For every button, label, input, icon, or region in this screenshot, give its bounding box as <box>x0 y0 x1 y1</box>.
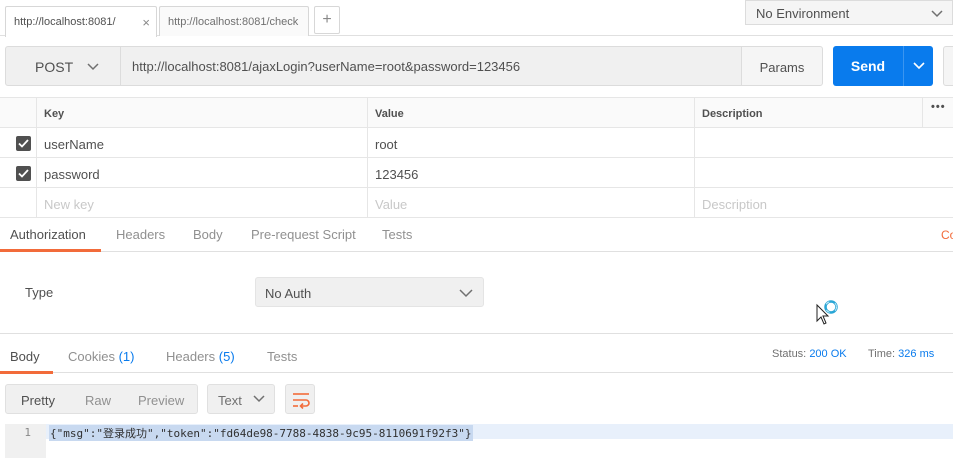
environment-select[interactable]: No Environment <box>745 0 953 25</box>
tab-label: http://localhost:8081/ <box>14 16 116 28</box>
status-label: Status: <box>772 348 807 360</box>
chevron-down-icon <box>931 10 943 18</box>
active-tab-indicator <box>0 249 101 252</box>
param-description-field[interactable] <box>694 158 922 187</box>
param-key-field[interactable]: userName <box>36 128 367 157</box>
chevron-down-icon <box>253 395 265 403</box>
tab-tests[interactable]: Tests <box>382 227 412 242</box>
params-button[interactable]: Params <box>741 46 823 86</box>
save-button[interactable] <box>943 46 953 86</box>
param-checkbox[interactable] <box>16 136 31 151</box>
tab-label: Headers <box>166 349 216 364</box>
request-tab-1[interactable]: http://localhost:8081/ × <box>5 6 157 37</box>
column-header-description: Description <box>694 98 922 127</box>
param-value-field[interactable]: 123456 <box>367 158 694 187</box>
new-description-input[interactable]: Description <box>694 188 922 217</box>
close-icon[interactable]: × <box>142 15 150 30</box>
tab-bar: http://localhost:8081/ × http://localhos… <box>0 0 953 37</box>
auth-type-label: Type <box>25 285 54 300</box>
time-label: Time: <box>868 348 896 360</box>
new-value-input[interactable]: Value <box>367 188 694 217</box>
chevron-down-icon <box>913 62 925 70</box>
response-tab-cookies[interactable]: Cookies (1) <box>68 349 134 364</box>
headers-count: (5) <box>218 349 235 364</box>
param-checkbox[interactable] <box>16 166 31 181</box>
preview-button[interactable]: Preview <box>138 393 184 408</box>
response-tab-tests[interactable]: Tests <box>267 349 297 364</box>
code-link[interactable]: Co <box>941 228 953 242</box>
environment-label: No Environment <box>756 6 850 21</box>
tab-headers[interactable]: Headers <box>116 227 165 242</box>
checkmark-icon <box>18 169 29 178</box>
wrap-lines-icon <box>293 393 310 409</box>
active-tab-indicator <box>0 371 53 374</box>
method-label: POST <box>35 59 74 75</box>
table-header: Key Value Description ••• <box>0 97 953 128</box>
wrap-lines-button[interactable] <box>285 384 315 414</box>
format-label: Text <box>218 393 242 408</box>
param-value-field[interactable]: root <box>367 128 694 157</box>
time-readout: Time: 326 ms <box>868 348 934 360</box>
chevron-down-icon <box>87 63 99 71</box>
response-tab-headers[interactable]: Headers (5) <box>166 349 235 364</box>
tab-authorization[interactable]: Authorization <box>10 227 86 242</box>
tab-pre-request-script[interactable]: Pre-request Script <box>251 227 356 242</box>
checkmark-icon <box>18 139 29 148</box>
time-value: 326 ms <box>898 348 935 360</box>
tab-label: http://localhost:8081/check <box>168 16 299 28</box>
status-value: 200 OK <box>809 348 847 360</box>
more-options-icon[interactable]: ••• <box>922 98 953 127</box>
view-mode-group: Pretty Raw Preview <box>5 384 198 414</box>
chevron-down-icon <box>459 289 473 298</box>
auth-type-select[interactable]: No Auth <box>255 277 484 307</box>
response-body[interactable]: {"msg":"登录成功","token":"fd64de98-7788-483… <box>49 425 473 441</box>
table-row: password 123456 <box>0 158 953 188</box>
raw-button[interactable]: Raw <box>85 393 111 408</box>
column-header-value: Value <box>367 98 694 127</box>
new-key-input[interactable]: New key <box>36 188 367 217</box>
tab-label: Cookies <box>68 349 115 364</box>
send-options-button[interactable] <box>903 46 933 86</box>
tab-body[interactable]: Body <box>193 227 223 242</box>
request-tab-2[interactable]: http://localhost:8081/check <box>159 6 309 36</box>
response-tabs: Body Cookies (1) Headers (5) Tests Statu… <box>0 333 953 374</box>
request-tabs: Authorization Headers Body Pre-request S… <box>0 218 953 252</box>
add-tab-button[interactable]: + <box>314 6 340 34</box>
url-input[interactable]: http://localhost:8081/ajaxLogin?userName… <box>121 46 742 86</box>
column-header-key: Key <box>36 98 367 127</box>
pretty-button[interactable]: Pretty <box>21 393 55 408</box>
send-button[interactable]: Send <box>833 46 903 86</box>
auth-type-value: No Auth <box>265 286 312 301</box>
busy-cursor-icon <box>816 300 838 325</box>
table-row-new: New key Value Description <box>0 188 953 218</box>
format-select[interactable]: Text <box>207 384 275 414</box>
status-readout: Status: 200 OK <box>772 348 847 360</box>
response-tab-body[interactable]: Body <box>10 349 40 364</box>
param-description-field[interactable] <box>694 128 922 157</box>
cookies-count: (1) <box>118 349 135 364</box>
table-row: userName root <box>0 128 953 158</box>
param-key-field[interactable]: password <box>36 158 367 187</box>
method-select[interactable]: POST <box>5 46 121 86</box>
line-number: 1 <box>24 426 31 439</box>
